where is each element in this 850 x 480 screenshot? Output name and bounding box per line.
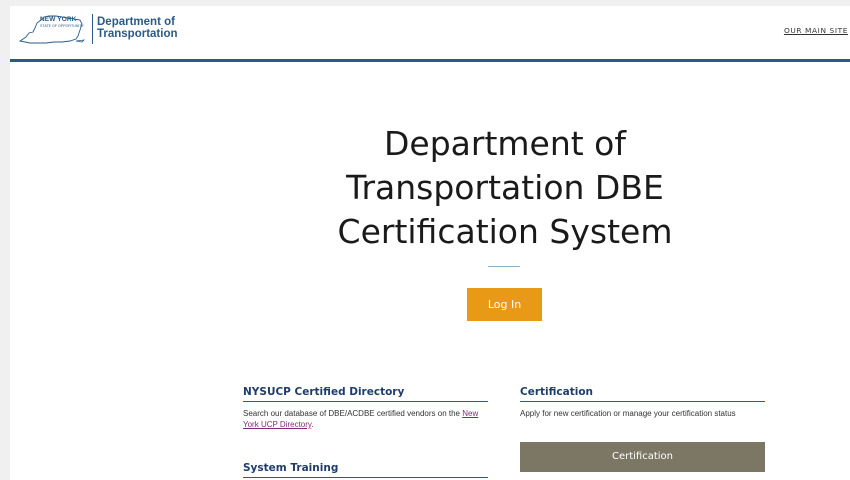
- logo-divider: [92, 14, 93, 44]
- certification-section: Certification Apply for new certificatio…: [520, 386, 765, 419]
- logo-state-text: NEW YORK STATE OF OPPORTUNITY: [40, 16, 84, 28]
- directory-text: Search our database of DBE/ACDBE certifi…: [243, 409, 463, 418]
- logo-department-name: Department of Transportation: [97, 16, 178, 40]
- certification-button[interactable]: Certification: [520, 442, 765, 472]
- certification-heading: Certification: [520, 386, 765, 402]
- title-line-2: Transportation DBE: [346, 168, 664, 207]
- training-section: System Training: [243, 462, 488, 478]
- our-main-site-link[interactable]: OUR MAIN SITE: [784, 26, 848, 35]
- certification-description: Apply for new certification or manage yo…: [520, 409, 736, 418]
- page: NEW YORK STATE OF OPPORTUNITY Department…: [10, 6, 850, 480]
- login-button[interactable]: Log In: [467, 288, 542, 321]
- directory-section: NYSUCP Certified Directory Search our da…: [243, 386, 488, 430]
- nysdot-logo[interactable]: NEW YORK STATE OF OPPORTUNITY Department…: [16, 12, 186, 48]
- logo-dept-line1: Department of: [97, 16, 175, 28]
- header-divider: [10, 59, 850, 62]
- logo-state-name: NEW YORK: [40, 16, 77, 23]
- page-title: Department of Transportation DBE Certifi…: [300, 122, 710, 254]
- directory-text-end: .: [311, 420, 314, 429]
- directory-description: Search our database of DBE/ACDBE certifi…: [243, 408, 488, 430]
- title-line-1: Department of: [384, 124, 626, 163]
- site-header: NEW YORK STATE OF OPPORTUNITY Department…: [10, 6, 850, 59]
- title-underline: [488, 266, 520, 267]
- directory-heading: NYSUCP Certified Directory: [243, 386, 488, 402]
- training-heading: System Training: [243, 462, 488, 478]
- title-line-3: Certification System: [337, 212, 673, 251]
- logo-state-tagline: STATE OF OPPORTUNITY: [40, 23, 84, 28]
- logo-dept-line2: Transportation: [97, 28, 178, 40]
